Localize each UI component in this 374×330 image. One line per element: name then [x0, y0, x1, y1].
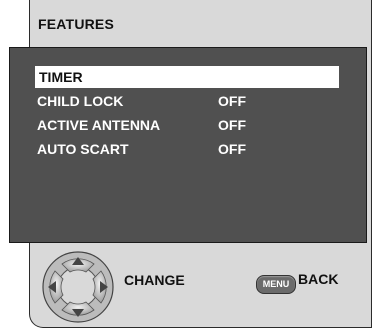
menu-panel: TIMER CHILD LOCK OFF ACTIVE ANTENNA OFF … [9, 47, 367, 243]
dpad-icon[interactable] [41, 250, 115, 324]
menu-item-label: CHILD LOCK [37, 93, 124, 109]
menu-item-value: OFF [218, 117, 246, 133]
change-hint-label: CHANGE [124, 272, 185, 288]
menu-item-child-lock[interactable]: CHILD LOCK OFF [37, 90, 246, 112]
menu-item-label: ACTIVE ANTENNA [37, 117, 161, 133]
menu-item-value: OFF [218, 93, 246, 109]
menu-item-active-antenna[interactable]: ACTIVE ANTENNA OFF [37, 114, 246, 136]
menu-item-auto-scart[interactable]: AUTO SCART OFF [37, 138, 246, 160]
menu-key-icon[interactable]: MENU [256, 275, 296, 294]
menu-item-timer[interactable]: TIMER [35, 66, 339, 88]
menu-item-label: TIMER [39, 69, 83, 85]
page-title: FEATURES [38, 16, 115, 32]
menu-item-value: OFF [218, 141, 246, 157]
menu-item-label: AUTO SCART [37, 141, 129, 157]
back-hint-label: BACK [298, 271, 339, 287]
